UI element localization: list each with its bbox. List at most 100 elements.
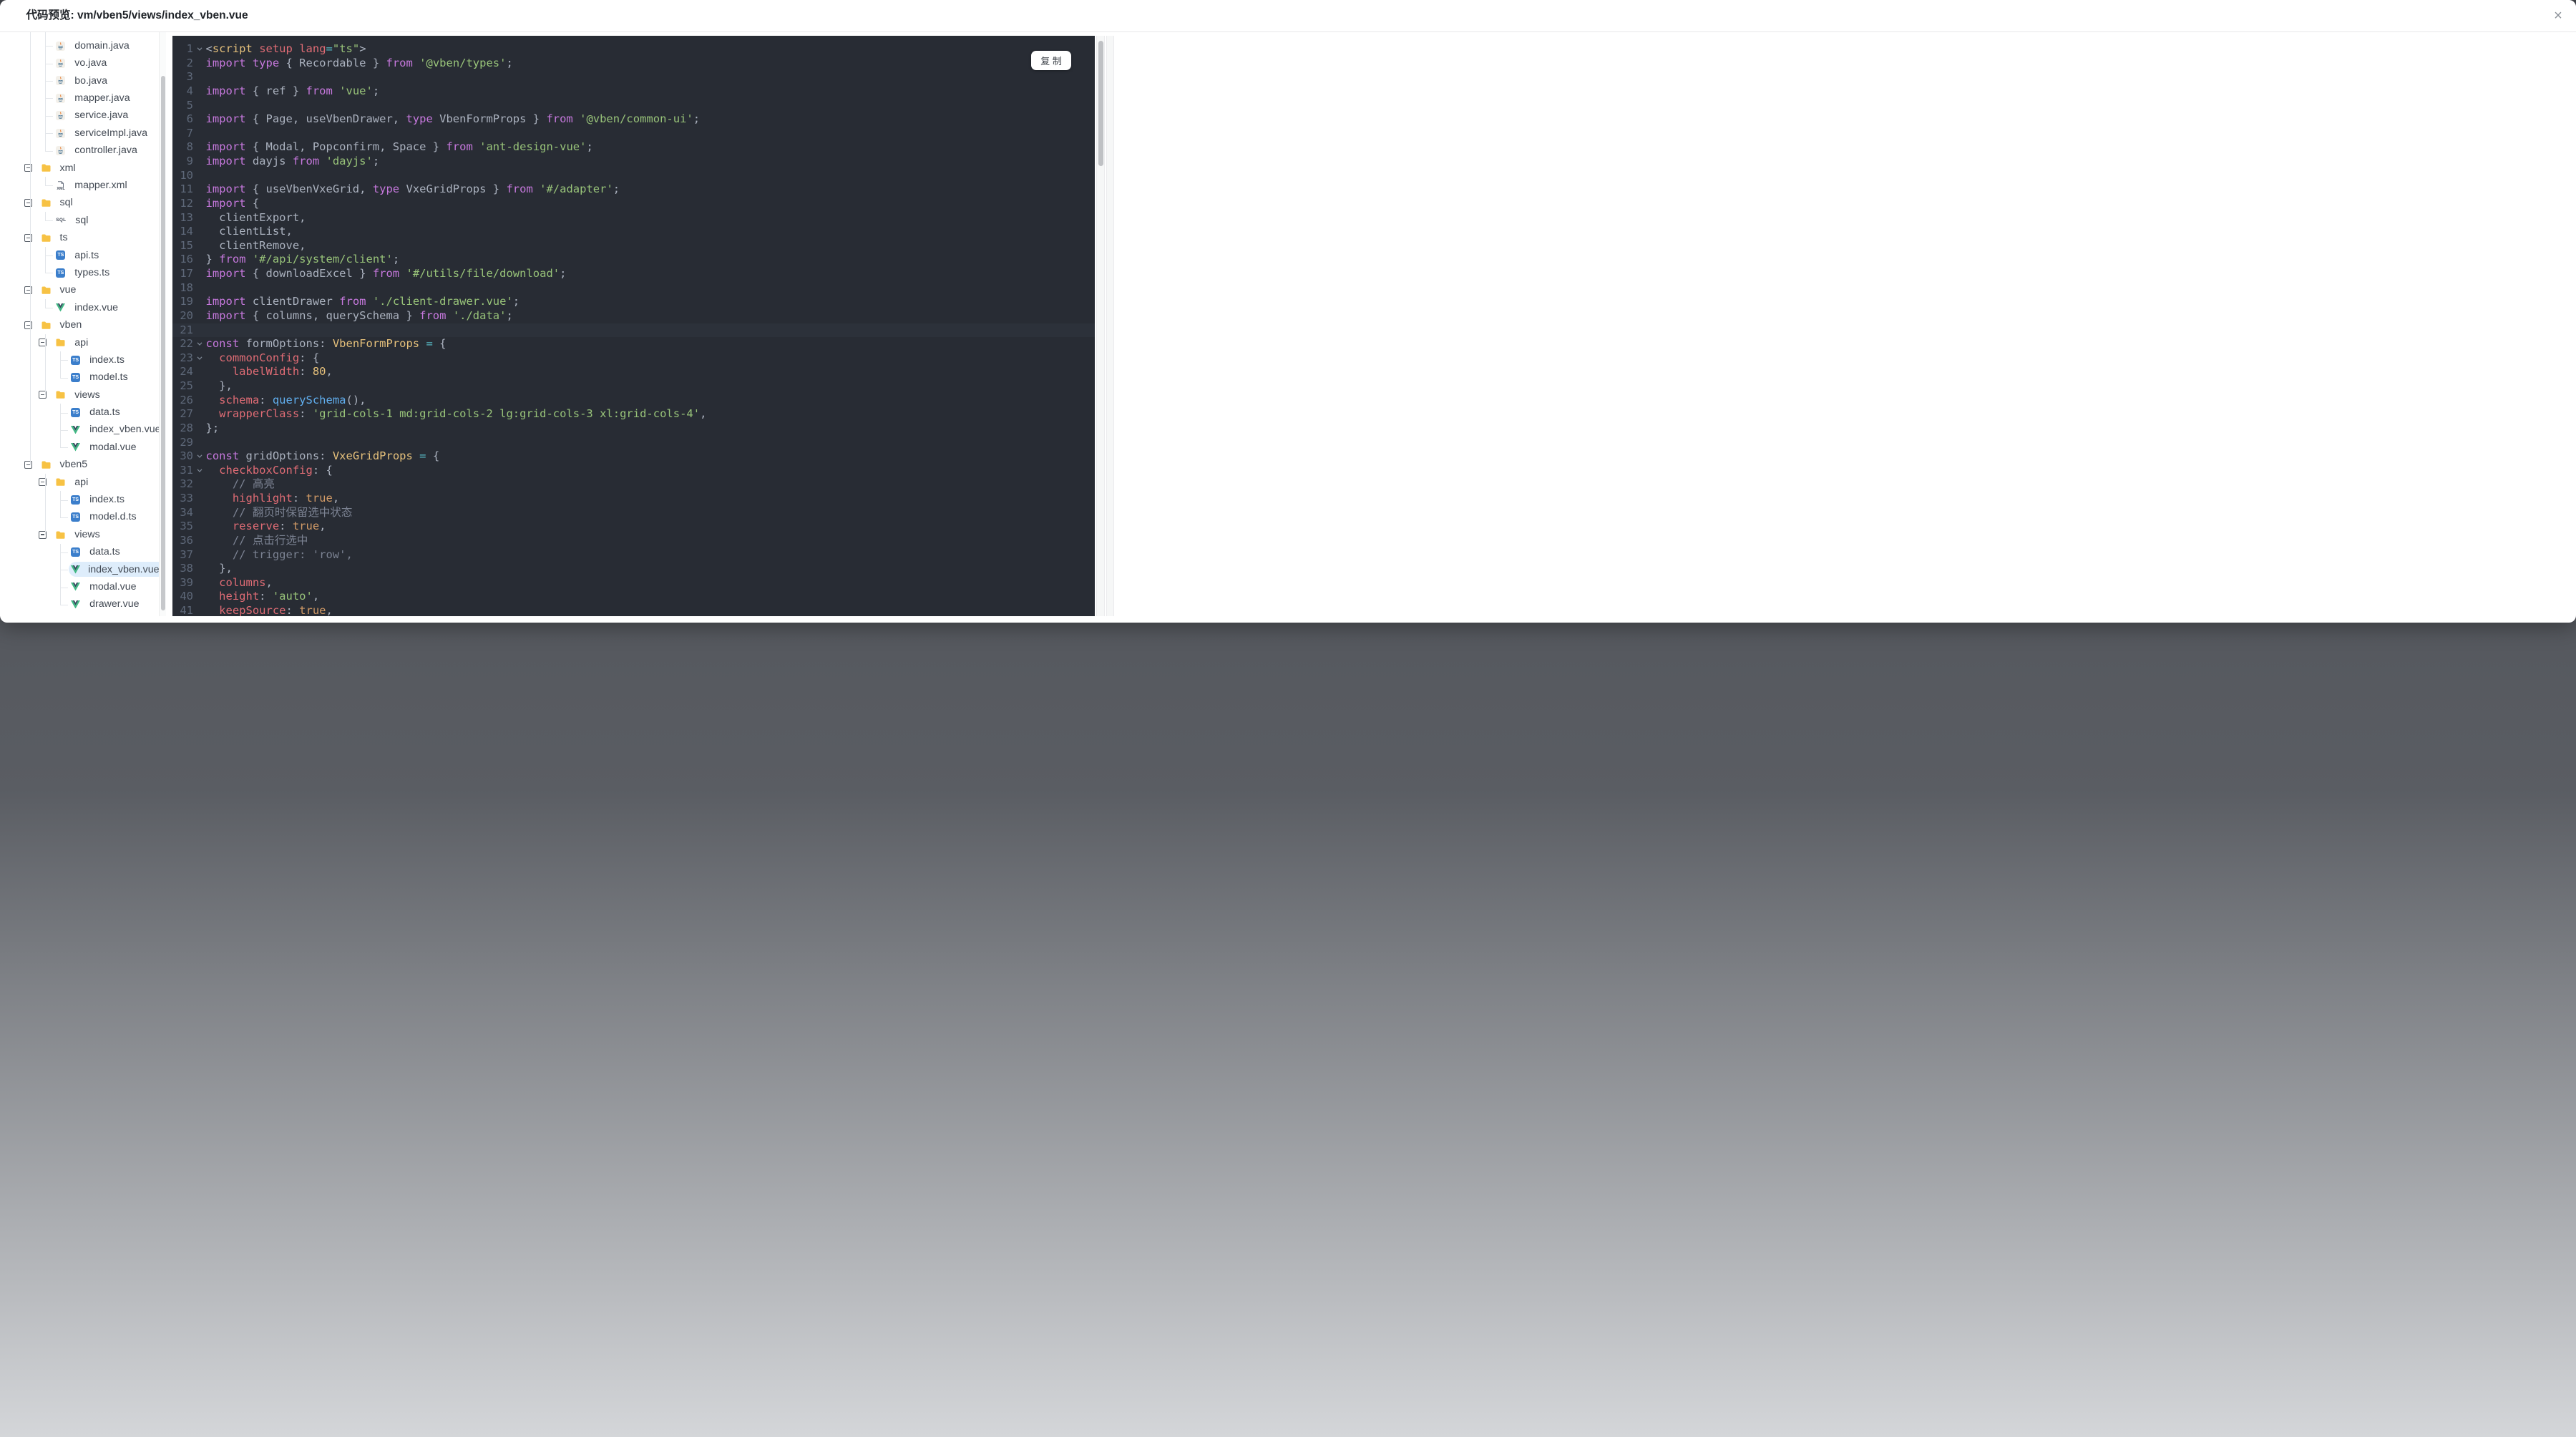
tree-item-label: data.ts bbox=[89, 546, 120, 558]
tree-guide-line bbox=[30, 31, 31, 465]
tree-file-vo-java[interactable]: vo.java bbox=[0, 54, 167, 72]
tree-file-domain-java[interactable]: domain.java bbox=[0, 37, 167, 54]
typescript-file-icon: TS bbox=[71, 407, 81, 417]
dialog-scrollbar-track[interactable] bbox=[1106, 36, 1114, 616]
tree-folder-views[interactable]: views bbox=[0, 386, 167, 404]
tree-item-label: vo.java bbox=[74, 57, 107, 69]
folder-icon bbox=[42, 460, 51, 469]
tree-file-modal-vue[interactable]: modal.vue bbox=[0, 439, 167, 456]
code-line: 27 wrapperClass: 'grid-cols-1 md:grid-co… bbox=[172, 407, 1095, 422]
tree-item-label: model.ts bbox=[89, 371, 128, 384]
typescript-file-icon: TS bbox=[56, 250, 66, 260]
tree-folder-vben[interactable]: vben bbox=[0, 316, 167, 333]
code-text: clientList, bbox=[205, 225, 293, 238]
line-number: 32 bbox=[180, 477, 193, 491]
tree-file-model-ts[interactable]: TS model.ts bbox=[0, 369, 167, 386]
tree-item-label: vben bbox=[59, 319, 82, 331]
tree-file-types-ts[interactable]: TS types.ts bbox=[0, 264, 167, 281]
tree-file-model-d-ts[interactable]: TS model.d.ts bbox=[0, 508, 167, 525]
code-line: 7 bbox=[172, 127, 1095, 141]
tree-file-index-vben-vue[interactable]: index_vben.vue bbox=[0, 561, 167, 578]
code-text: // trigger: 'row', bbox=[232, 547, 353, 561]
fold-chevron-icon[interactable] bbox=[197, 47, 203, 52]
code-line: 18 bbox=[172, 281, 1095, 296]
fold-chevron-icon[interactable] bbox=[197, 454, 203, 459]
code-line: 36 // 点击行选中 bbox=[172, 534, 1095, 548]
line-number: 17 bbox=[180, 267, 193, 280]
tree-item-label: domain.java bbox=[74, 39, 130, 52]
tree-file-sql[interactable]: SQL sql bbox=[0, 212, 167, 229]
tree-guide-line bbox=[60, 491, 61, 517]
code-text: const gridOptions: VxeGridProps = { bbox=[205, 449, 440, 463]
tree-file-index-vue[interactable]: index.vue bbox=[0, 299, 167, 316]
tree-guide-tick bbox=[45, 150, 53, 152]
code-text: reserve: true, bbox=[232, 520, 326, 533]
fold-chevron-icon[interactable] bbox=[197, 356, 203, 360]
copy-button[interactable]: 复 制 bbox=[1031, 50, 1071, 70]
code-line: 16} from '#/api/system/client'; bbox=[172, 253, 1095, 267]
tree-folder-views[interactable]: views bbox=[0, 526, 167, 543]
close-icon[interactable]: × bbox=[2547, 6, 2569, 27]
folder-icon bbox=[56, 390, 65, 399]
fold-chevron-icon[interactable] bbox=[197, 469, 203, 472]
tree-item-label: model.d.ts bbox=[89, 511, 137, 523]
tree-file-data-ts[interactable]: TS data.ts bbox=[0, 404, 167, 421]
code-line: 17 import { downloadExcel } from '#/utils… bbox=[172, 267, 1095, 281]
typescript-file-icon: TS bbox=[71, 547, 81, 557]
tree-file-mapper-java[interactable]: mapper.java bbox=[0, 89, 167, 107]
tree-folder-sql[interactable]: sql bbox=[0, 194, 167, 211]
tree-file-serviceimpl-java[interactable]: serviceImpl.java bbox=[0, 125, 167, 142]
file-tree-scrollbar[interactable] bbox=[158, 31, 166, 616]
tree-folder-api[interactable]: api bbox=[0, 334, 167, 351]
tree-file-data-ts[interactable]: TS data.ts bbox=[0, 543, 167, 560]
vue-file-icon bbox=[71, 565, 81, 574]
line-number: 10 bbox=[180, 168, 193, 182]
tree-file-api-ts[interactable]: TS api.ts bbox=[0, 247, 167, 264]
tree-file-index-ts[interactable]: TS index.ts bbox=[0, 351, 167, 369]
tree-guide-tick bbox=[45, 46, 53, 47]
tree-file-mapper-xml[interactable]: XML mapper.xml bbox=[0, 177, 167, 194]
code-scrollbar-thumb[interactable] bbox=[1098, 40, 1103, 166]
tree-folder-xml[interactable]: xml bbox=[0, 160, 167, 177]
tree-file-service-java[interactable]: service.java bbox=[0, 107, 167, 124]
tree-file-index-ts[interactable]: TS index.ts bbox=[0, 491, 167, 508]
tree-folder-vue[interactable]: vue bbox=[0, 281, 167, 298]
line-number: 41 bbox=[180, 604, 193, 616]
tree-item-label: api.ts bbox=[74, 249, 99, 261]
tree-item-label: sql bbox=[59, 197, 73, 209]
tree-file-index-vben-vue[interactable]: index_vben.vue bbox=[0, 421, 167, 438]
tree-guide-tick bbox=[45, 80, 53, 82]
typescript-file-icon: TS bbox=[71, 373, 81, 382]
line-number: 25 bbox=[180, 379, 193, 392]
code-text: }, bbox=[205, 562, 233, 575]
tree-guide-line bbox=[45, 211, 46, 221]
tree-folder-api[interactable]: api bbox=[0, 474, 167, 491]
line-number: 40 bbox=[180, 590, 193, 603]
tree-folder-ts[interactable]: ts bbox=[0, 229, 167, 246]
code-line: 11 import { useVbenVxeGrid, type VxeGridP… bbox=[172, 182, 1095, 197]
tree-file-modal-vue[interactable]: modal.vue bbox=[0, 578, 167, 595]
tree-guide-tick bbox=[60, 500, 68, 501]
java-file-icon bbox=[56, 76, 66, 86]
code-text: } from '#/api/system/client'; bbox=[205, 253, 400, 266]
tree-folder-vben5[interactable]: vben5 bbox=[0, 456, 167, 473]
tree-file-bo-java[interactable]: bo.java bbox=[0, 72, 167, 89]
file-tree-scrollbar-thumb[interactable] bbox=[160, 75, 165, 610]
folder-icon bbox=[42, 321, 51, 330]
tree-file-drawer-vue[interactable]: drawer.vue bbox=[0, 595, 167, 613]
tree-item-label: api bbox=[74, 336, 89, 349]
line-number: 34 bbox=[180, 505, 193, 519]
code-text: }; bbox=[205, 421, 220, 434]
typescript-file-icon: TS bbox=[71, 495, 81, 505]
svg-text:XML: XML bbox=[57, 187, 66, 190]
code-line: 31 checkboxConfig: { bbox=[172, 464, 1095, 478]
tree-file-controller-java[interactable]: controller.java bbox=[0, 142, 167, 159]
line-number: 33 bbox=[180, 492, 193, 505]
code-scrollbar[interactable] bbox=[1096, 36, 1105, 616]
fold-chevron-icon[interactable] bbox=[197, 342, 203, 346]
tree-item-label: index.ts bbox=[89, 354, 125, 366]
line-number: 15 bbox=[180, 238, 193, 252]
code-line: 22 const formOptions: VbenFormProps = { bbox=[172, 337, 1095, 351]
